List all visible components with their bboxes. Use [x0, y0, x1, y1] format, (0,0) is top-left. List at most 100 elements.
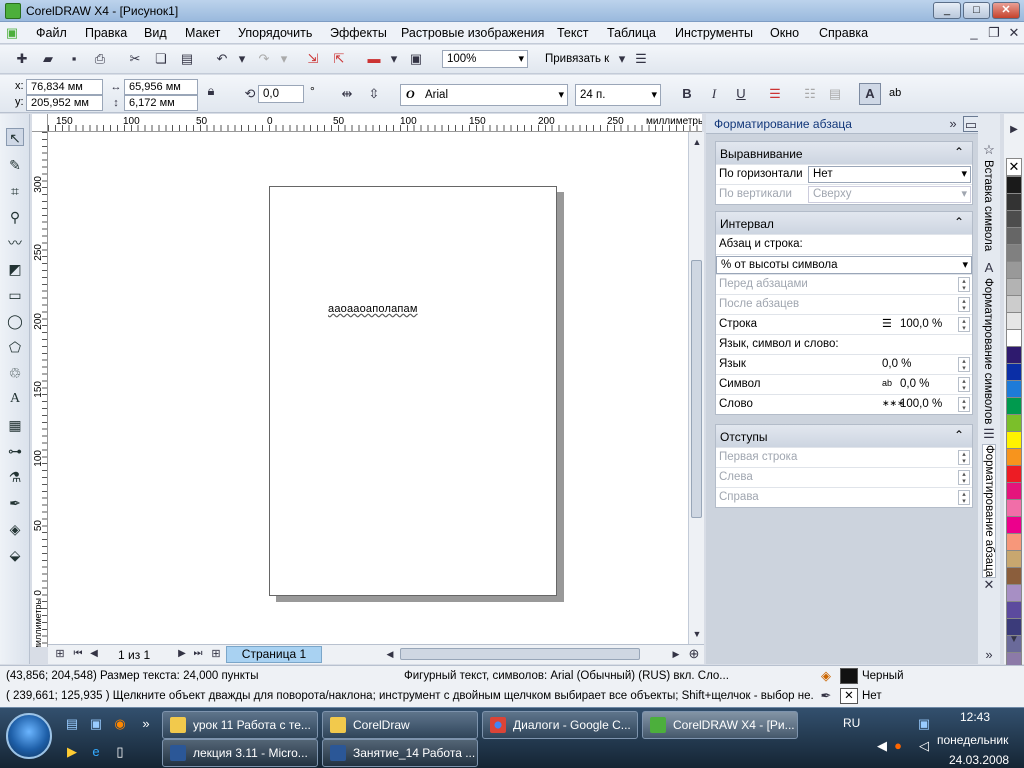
- first-page-icon[interactable]: ⏮: [70, 646, 86, 662]
- language-spacing-value[interactable]: 0,0 %: [882, 358, 911, 370]
- side-expand-icon[interactable]: »: [981, 647, 997, 663]
- color-swatch[interactable]: [1006, 448, 1022, 466]
- table-tool-icon[interactable]: ▦: [6, 416, 24, 434]
- maximize-button[interactable]: □: [963, 2, 990, 19]
- redo-dropdown-icon[interactable]: ▾: [276, 51, 292, 67]
- outline-tool-icon[interactable]: ✒: [6, 494, 24, 512]
- drawing-page[interactable]: ааоааоаполапам: [269, 186, 557, 596]
- cut-icon[interactable]: ✂: [127, 51, 143, 67]
- last-page-icon[interactable]: ⏭: [190, 646, 206, 662]
- freehand-tool-icon[interactable]: 〰: [6, 234, 24, 252]
- y-position-field[interactable]: 205,952 мм: [26, 95, 103, 111]
- application-launcher-icon[interactable]: ▬: [366, 51, 382, 67]
- prev-page-icon[interactable]: ◀: [86, 646, 102, 662]
- horizontal-ruler[interactable]: 150 100 50 0 50 100 150 200 250 миллимет…: [48, 114, 702, 132]
- color-swatch[interactable]: [1006, 482, 1022, 500]
- menu-bitmaps[interactable]: Растровые изображения: [401, 26, 544, 40]
- bold-button[interactable]: B: [679, 86, 695, 102]
- taskbar-expand-icon[interactable]: »: [138, 716, 154, 732]
- launcher-dropdown-icon[interactable]: ▾: [386, 51, 402, 67]
- fill-color-swatch[interactable]: [840, 668, 858, 684]
- menu-help[interactable]: Справка: [819, 26, 868, 40]
- color-swatch[interactable]: [1006, 499, 1022, 517]
- menu-edit[interactable]: Правка: [85, 26, 127, 40]
- color-swatch[interactable]: [1006, 244, 1022, 262]
- rotation-angle-field[interactable]: 0,0: [258, 85, 304, 103]
- lock-ratio-icon[interactable]: 🔒︎: [203, 83, 219, 99]
- zoom-level-select[interactable]: 100%: [442, 50, 528, 68]
- network-icon[interactable]: ▣: [916, 716, 932, 732]
- artistic-text-object[interactable]: ааоааоаполапам: [328, 303, 418, 315]
- print-icon[interactable]: ⎙: [92, 51, 108, 67]
- menu-arrange[interactable]: Упорядочить: [238, 26, 312, 40]
- color-swatch[interactable]: [1006, 227, 1022, 245]
- scroll-up-icon[interactable]: ▲: [689, 134, 705, 150]
- horizontal-alignment-icon[interactable]: ☰: [767, 86, 783, 102]
- color-swatch[interactable]: [1006, 397, 1022, 415]
- indents-header[interactable]: Отступы: [716, 425, 972, 447]
- docker-minimize-button[interactable]: ▭: [963, 116, 979, 132]
- save-icon[interactable]: ▪: [66, 51, 82, 67]
- scroll-left-icon[interactable]: ◀: [382, 646, 398, 662]
- copy-icon[interactable]: ❏: [153, 51, 169, 67]
- color-swatch[interactable]: [1006, 210, 1022, 228]
- tab-insert-character[interactable]: Вставка символа: [982, 160, 994, 251]
- close-button[interactable]: ✕: [992, 2, 1020, 19]
- doc-close-button[interactable]: ✕: [1006, 25, 1022, 41]
- color-swatch[interactable]: [1006, 278, 1022, 296]
- volume-icon[interactable]: ◁: [916, 738, 932, 754]
- screen-icon[interactable]: ▣: [88, 716, 104, 732]
- ellipse-tool-icon[interactable]: ◯: [6, 312, 24, 330]
- color-swatch[interactable]: [1006, 584, 1022, 602]
- menu-tools[interactable]: Инструменты: [675, 26, 753, 40]
- edit-text-button[interactable]: ab: [889, 87, 901, 99]
- show-desktop-icon[interactable]: ▤: [64, 716, 80, 732]
- next-page-icon[interactable]: ▶: [174, 646, 190, 662]
- width-field[interactable]: 65,956 мм: [124, 79, 198, 95]
- mirror-vertical-icon[interactable]: ⇳: [366, 86, 382, 102]
- menu-layout[interactable]: Макет: [185, 26, 220, 40]
- color-swatch[interactable]: [1006, 465, 1022, 483]
- paste-icon[interactable]: ▤: [179, 51, 195, 67]
- menu-table[interactable]: Таблица: [607, 26, 656, 40]
- right-indent-spinner[interactable]: ▴ ▾: [958, 490, 970, 505]
- new-icon[interactable]: ✚: [14, 51, 30, 67]
- navigator-icon[interactable]: ⊕: [686, 646, 702, 662]
- welcome-screen-icon[interactable]: ▣: [408, 51, 424, 67]
- side-close-icon[interactable]: ✕: [981, 577, 997, 593]
- fill-tool-icon[interactable]: ◈: [6, 520, 24, 538]
- first-line-spinner[interactable]: ▴ ▾: [958, 450, 970, 465]
- color-swatch[interactable]: [1006, 261, 1022, 279]
- text-tool-icon[interactable]: A: [6, 390, 24, 408]
- vertical-align-select[interactable]: Сверху: [808, 186, 971, 203]
- open-icon[interactable]: ▰: [40, 51, 56, 67]
- color-swatch[interactable]: [1006, 516, 1022, 534]
- menu-effects[interactable]: Эффекты: [330, 26, 387, 40]
- doc-minimize-button[interactable]: _: [966, 25, 982, 41]
- clock-time[interactable]: 12:43: [960, 710, 990, 724]
- language-indicator[interactable]: RU: [843, 716, 860, 730]
- undo-dropdown-icon[interactable]: ▾: [234, 51, 250, 67]
- left-indent-spinner[interactable]: ▴ ▾: [958, 470, 970, 485]
- fill-indicator-icon[interactable]: ◈: [818, 668, 834, 684]
- character-spacing-spinner[interactable]: ▴ ▾: [958, 377, 970, 392]
- media-player-icon[interactable]: ▶: [64, 744, 80, 760]
- font-family-select[interactable]: Arial: [400, 84, 568, 106]
- taskbar-item-coreldraw-folder[interactable]: CorelDraw: [322, 711, 478, 739]
- vertical-scrollbar[interactable]: ▲ ▼: [688, 132, 704, 644]
- outline-color-swatch[interactable]: ✕: [840, 688, 858, 704]
- after-paragraph-spinner[interactable]: ▴ ▾: [958, 297, 970, 312]
- color-swatch[interactable]: [1006, 176, 1022, 194]
- color-swatch[interactable]: [1006, 295, 1022, 313]
- language-spacing-spinner[interactable]: ▴ ▾: [958, 357, 970, 372]
- text-formatting-icon[interactable]: A: [859, 83, 881, 105]
- italic-button[interactable]: I: [706, 86, 722, 102]
- export-icon[interactable]: ⇱: [331, 51, 347, 67]
- shape-tool-icon[interactable]: ✎: [6, 156, 24, 174]
- color-swatch[interactable]: [1006, 414, 1022, 432]
- color-swatch[interactable]: [1006, 550, 1022, 568]
- tray-expand-icon[interactable]: ◀: [874, 738, 890, 754]
- snap-dropdown-icon[interactable]: ▾: [614, 51, 630, 67]
- options-icon[interactable]: ☰: [633, 51, 649, 67]
- spacing-units-select[interactable]: % от высоты символа: [716, 256, 972, 274]
